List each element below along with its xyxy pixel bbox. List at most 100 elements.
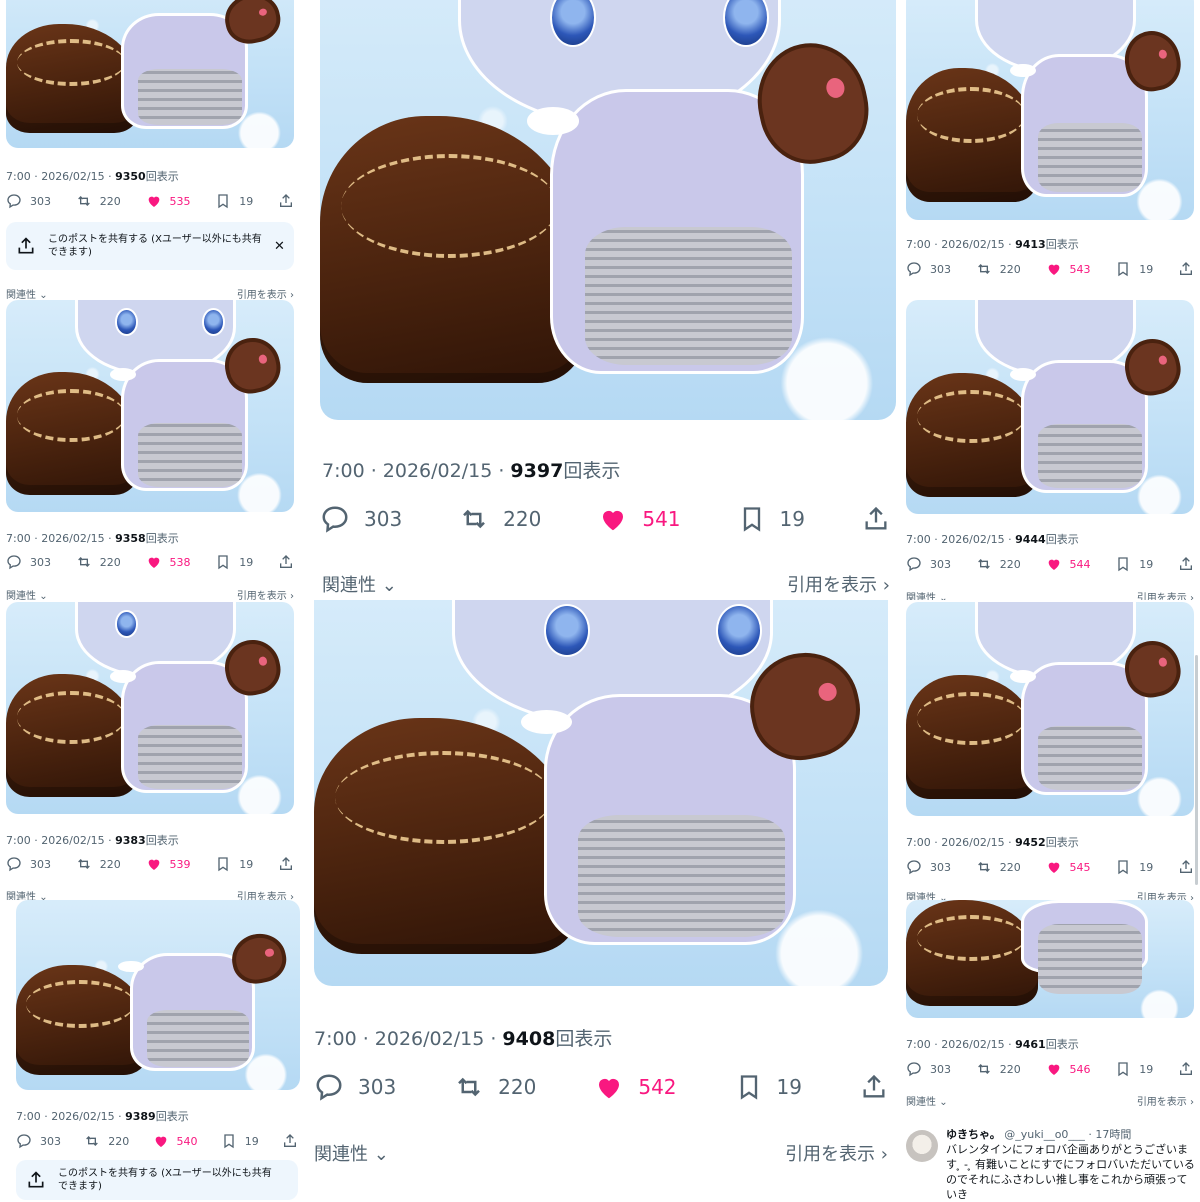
character-eye-art bbox=[201, 308, 225, 337]
like-button[interactable]: 543 bbox=[1046, 261, 1091, 277]
post-time: 7:00 · 2026/02/15 · bbox=[314, 1028, 503, 1050]
bookmark-button[interactable]: 19 bbox=[215, 856, 253, 872]
reply-button[interactable]: 303 bbox=[906, 261, 951, 277]
repost-button[interactable]: 220 bbox=[976, 556, 1021, 572]
reply-button[interactable]: 303 bbox=[314, 1072, 396, 1102]
bookmark-button[interactable]: 19 bbox=[215, 193, 253, 209]
repost-button[interactable]: 220 bbox=[76, 856, 121, 872]
share-button[interactable] bbox=[1178, 261, 1194, 277]
view-quotes-link[interactable]: 引用を表示 › bbox=[1137, 889, 1194, 900]
chocolate-cake-art bbox=[6, 372, 139, 496]
repost-button[interactable]: 220 bbox=[459, 504, 541, 534]
reply-button[interactable]: 303 bbox=[16, 1133, 61, 1149]
share-button[interactable] bbox=[278, 193, 294, 209]
bookmark-button[interactable]: 19 bbox=[221, 1133, 259, 1149]
post-meta: 7:00 · 2026/02/15 · 9389回表示 bbox=[16, 1108, 189, 1124]
like-button[interactable]: 539 bbox=[146, 856, 191, 872]
view-quotes-link[interactable]: 引用を表示 › bbox=[237, 888, 294, 900]
bookmark-count: 19 bbox=[1139, 1062, 1154, 1076]
like-button[interactable]: 541 bbox=[598, 504, 681, 534]
post-image[interactable] bbox=[320, 0, 896, 420]
view-quotes-link[interactable]: 引用を表示 › bbox=[785, 1140, 888, 1166]
share-button[interactable] bbox=[1178, 556, 1194, 572]
share-banner[interactable]: このポストを共有する (Xユーザー以外にも共有できます) ✕ bbox=[6, 222, 294, 270]
post-image[interactable] bbox=[906, 0, 1194, 220]
reply-sort-row: 関連性 ⌄ 引用を表示 › bbox=[314, 1140, 888, 1166]
chocolate-cake-art bbox=[6, 23, 139, 133]
reply-button[interactable]: 303 bbox=[906, 1061, 951, 1077]
share-button[interactable] bbox=[1178, 859, 1194, 875]
like-button[interactable]: 545 bbox=[1046, 859, 1091, 875]
close-icon[interactable]: ✕ bbox=[274, 239, 285, 254]
post-image[interactable] bbox=[6, 300, 294, 512]
repost-icon bbox=[458, 1077, 481, 1097]
views-label: 回表示 bbox=[145, 532, 179, 545]
avatar[interactable] bbox=[906, 1130, 938, 1162]
relevance-dropdown[interactable]: 関連性 ⌄ bbox=[906, 889, 948, 900]
post-image[interactable] bbox=[314, 600, 888, 986]
repost-button[interactable]: 220 bbox=[976, 859, 1021, 875]
share-banner[interactable]: このポストを共有する (Xユーザー以外にも共有できます) bbox=[16, 1160, 298, 1200]
share-button[interactable] bbox=[860, 1073, 888, 1101]
relevance-dropdown[interactable]: 関連性 ⌄ bbox=[322, 571, 397, 597]
reply-button[interactable]: 303 bbox=[6, 554, 51, 570]
relevance-dropdown[interactable]: 関連性 ⌄ bbox=[314, 1140, 389, 1166]
post-image[interactable] bbox=[6, 602, 294, 814]
like-button[interactable]: 544 bbox=[1046, 556, 1091, 572]
repost-button[interactable]: 220 bbox=[76, 193, 121, 209]
post-image[interactable] bbox=[906, 900, 1194, 1018]
post-image[interactable] bbox=[906, 602, 1194, 816]
relevance-dropdown[interactable]: 関連性 ⌄ bbox=[906, 589, 948, 600]
post-time: 7:00 · 2026/02/15 · bbox=[906, 836, 1016, 849]
bookmark-button[interactable]: 19 bbox=[1115, 859, 1153, 875]
bookmark-button[interactable]: 19 bbox=[215, 554, 253, 570]
repost-button[interactable]: 220 bbox=[976, 1061, 1021, 1077]
reply-button[interactable]: 303 bbox=[906, 556, 951, 572]
like-button[interactable]: 540 bbox=[153, 1133, 198, 1149]
repost-button[interactable]: 220 bbox=[976, 261, 1021, 277]
post-image[interactable] bbox=[6, 0, 294, 148]
post-image[interactable] bbox=[906, 300, 1194, 514]
reply-icon bbox=[907, 557, 921, 572]
relevance-dropdown[interactable]: 関連性 ⌄ bbox=[6, 587, 48, 600]
reply-button[interactable]: 303 bbox=[6, 856, 51, 872]
scrollbar[interactable] bbox=[1195, 655, 1198, 885]
repost-button[interactable]: 220 bbox=[454, 1072, 536, 1102]
share-button[interactable] bbox=[278, 554, 294, 570]
bookmark-button[interactable]: 19 bbox=[1115, 556, 1153, 572]
bookmark-button[interactable]: 19 bbox=[1115, 261, 1153, 277]
reply-item[interactable]: ゆきちゃ。 @_yuki__o0___ · 17時間 バレンタインにフォロバ企画… bbox=[904, 1124, 1200, 1201]
view-quotes-link[interactable]: 引用を表示 › bbox=[1137, 589, 1194, 600]
share-button[interactable] bbox=[1178, 1061, 1194, 1077]
reply-icon bbox=[7, 555, 21, 570]
like-button[interactable]: 546 bbox=[1046, 1061, 1091, 1077]
share-button[interactable] bbox=[862, 505, 890, 533]
character-pants-art bbox=[138, 724, 243, 789]
bookmark-button[interactable]: 19 bbox=[735, 1073, 802, 1101]
view-quotes-link[interactable]: 引用を表示 › bbox=[787, 571, 890, 597]
view-quotes-link[interactable]: 引用を表示 › bbox=[237, 587, 294, 600]
bookmark-button[interactable]: 19 bbox=[1115, 1061, 1153, 1077]
chevron-right-icon: › bbox=[882, 575, 890, 596]
reply-time: · 17時間 bbox=[1088, 1128, 1132, 1141]
like-button[interactable]: 538 bbox=[146, 554, 191, 570]
repost-button[interactable]: 220 bbox=[76, 554, 121, 570]
relevance-dropdown[interactable]: 関連性 ⌄ bbox=[906, 1093, 948, 1108]
view-quotes-link[interactable]: 引用を表示 › bbox=[1137, 1093, 1194, 1108]
reply-icon bbox=[907, 1062, 921, 1077]
share-icon bbox=[280, 857, 292, 870]
reply-count: 303 bbox=[358, 1075, 397, 1099]
view-quotes-link[interactable]: 引用を表示 › bbox=[237, 286, 294, 300]
relevance-dropdown[interactable]: 関連性 ⌄ bbox=[6, 888, 48, 900]
post-image[interactable] bbox=[16, 900, 300, 1090]
relevance-dropdown[interactable]: 関連性 ⌄ bbox=[6, 286, 48, 300]
reply-button[interactable]: 303 bbox=[320, 504, 402, 534]
share-button[interactable] bbox=[282, 1133, 298, 1149]
bookmark-button[interactable]: 19 bbox=[738, 505, 805, 533]
like-button[interactable]: 535 bbox=[146, 193, 191, 209]
reply-button[interactable]: 303 bbox=[6, 193, 51, 209]
share-button[interactable] bbox=[278, 856, 294, 872]
like-button[interactable]: 542 bbox=[594, 1072, 677, 1102]
reply-button[interactable]: 303 bbox=[906, 859, 951, 875]
repost-button[interactable]: 220 bbox=[84, 1133, 129, 1149]
